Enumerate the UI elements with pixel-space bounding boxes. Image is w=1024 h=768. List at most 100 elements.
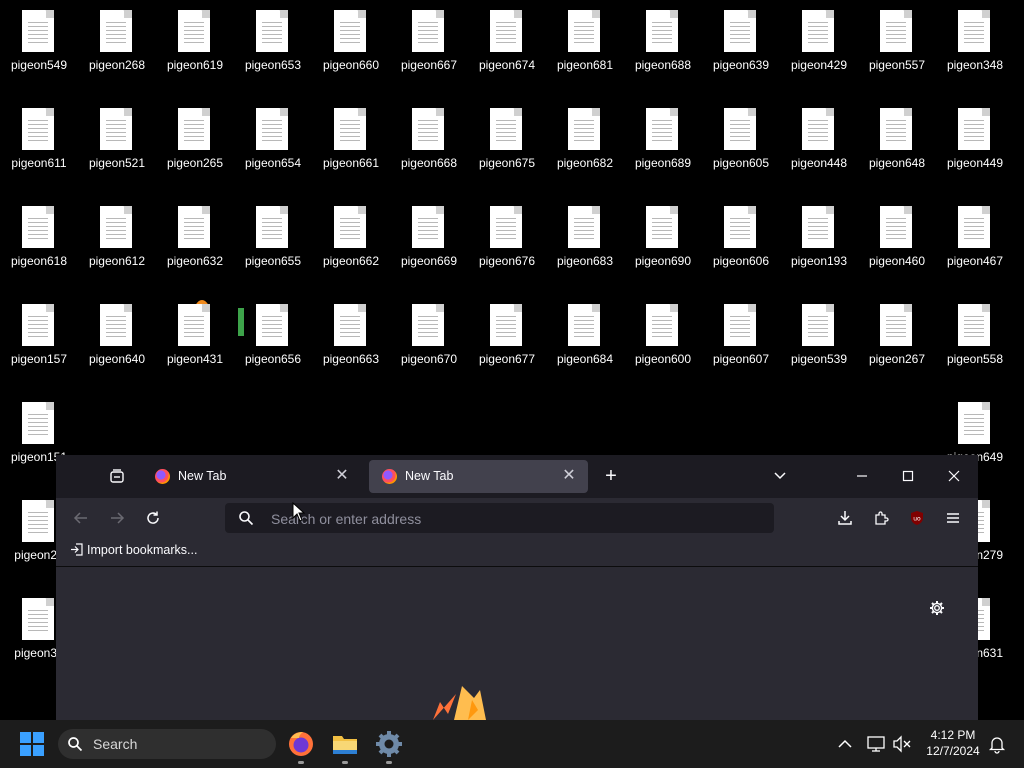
reload-icon — [147, 511, 159, 524]
desktop-file-icon[interactable]: pigeon606 — [702, 196, 780, 286]
desktop-file-icon[interactable]: pigeon654 — [234, 98, 312, 188]
menu-button[interactable] — [939, 504, 967, 532]
document-fold-icon — [46, 304, 54, 312]
document-fold-icon — [904, 10, 912, 18]
desktop-file-icon[interactable]: pigeon607 — [702, 294, 780, 384]
document-fold-icon — [202, 10, 210, 18]
desktop-file-icon[interactable]: pigeon669 — [390, 196, 468, 286]
close-window-button[interactable] — [940, 462, 968, 490]
desktop-file-icon[interactable]: pigeon539 — [780, 294, 858, 384]
desktop-file-icon[interactable]: pigeon557 — [858, 0, 936, 90]
desktop-file-icon[interactable]: pigeon611 — [0, 98, 78, 188]
document-fold-icon — [436, 206, 444, 214]
network-status[interactable] — [866, 734, 886, 754]
desktop-file-icon[interactable]: pigeon674 — [468, 0, 546, 90]
forward-button[interactable] — [103, 504, 131, 532]
desktop-file-icon[interactable]: pigeon653 — [234, 0, 312, 90]
tab-close-button[interactable]: ✕ — [560, 466, 578, 486]
notifications-button[interactable] — [987, 734, 1007, 754]
taskbar-file-explorer[interactable] — [329, 728, 361, 764]
taskbar-firefox[interactable] — [285, 728, 317, 764]
desktop-file-icon[interactable]: pigeon429 — [780, 0, 858, 90]
desktop-file-icon[interactable]: pigeon677 — [468, 294, 546, 384]
desktop-file-icon[interactable]: pigeon268 — [78, 0, 156, 90]
desktop-file-icon[interactable]: pigeon660 — [312, 0, 390, 90]
desktop-file-icon[interactable]: pigeon639 — [702, 0, 780, 90]
import-bookmarks-button[interactable]: Import bookmarks... — [70, 543, 197, 557]
tab-title: New Tab — [178, 469, 227, 483]
firefox-icon — [289, 732, 313, 756]
show-hidden-icons-button[interactable] — [835, 734, 855, 754]
desktop-file-icon[interactable]: pigeon655 — [234, 196, 312, 286]
desktop-file-icon[interactable]: pigeon605 — [702, 98, 780, 188]
volume-status[interactable] — [892, 734, 912, 754]
list-all-tabs-button[interactable] — [766, 462, 794, 490]
desktop-file-icon[interactable]: pigeon448 — [780, 98, 858, 188]
desktop-file-icon[interactable]: pigeon157 — [0, 294, 78, 384]
new-tab-button[interactable]: + — [597, 462, 625, 490]
desktop-file-icon[interactable]: pigeon619 — [156, 0, 234, 90]
desktop-file-icon[interactable]: pigeon668 — [390, 98, 468, 188]
desktop-file-label: pigeon667 — [400, 58, 458, 72]
desktop-file-icon[interactable]: pigeon690 — [624, 196, 702, 286]
ublock-button[interactable]: uo — [903, 504, 931, 532]
desktop-file-icon[interactable]: pigeon632 — [156, 196, 234, 286]
desktop-file-icon[interactable]: pigeon667 — [390, 0, 468, 90]
running-indicator — [386, 761, 392, 764]
desktop-file-icon[interactable]: pigeon460 — [858, 196, 936, 286]
desktop-file-icon[interactable]: pigeon348 — [936, 0, 1014, 90]
desktop-file-icon[interactable]: pigeon688 — [624, 0, 702, 90]
desktop-file-icon[interactable]: pigeon267 — [858, 294, 936, 384]
clock[interactable]: 4:12 PM 12/7/2024 — [918, 727, 988, 761]
start-button[interactable] — [20, 732, 44, 756]
desktop-file-icon[interactable]: pigeon618 — [0, 196, 78, 286]
desktop-file-icon[interactable]: pigeon467 — [936, 196, 1014, 286]
desktop-file-label: pigeon549 — [10, 58, 68, 72]
downloads-button[interactable] — [831, 504, 859, 532]
desktop-file-icon[interactable]: pigeon265 — [156, 98, 234, 188]
minimize-button[interactable] — [848, 462, 876, 490]
extensions-button[interactable] — [867, 504, 895, 532]
new-tab-settings-button[interactable] — [923, 594, 951, 622]
desktop-file-icon[interactable]: pigeon663 — [312, 294, 390, 384]
desktop-file-icon[interactable]: pigeon683 — [546, 196, 624, 286]
back-button[interactable] — [67, 504, 95, 532]
desktop-file-icon[interactable]: pigeon648 — [858, 98, 936, 188]
firefox-favicon-icon — [155, 469, 170, 484]
desktop-file-icon[interactable]: pigeon662 — [312, 196, 390, 286]
desktop-file-label: pigeon348 — [946, 58, 1004, 72]
tab-new-tab-2[interactable]: New Tab ✕ — [369, 460, 588, 493]
desktop-file-icon[interactable]: pigeon193 — [780, 196, 858, 286]
desktop-file-label: pigeon521 — [88, 156, 146, 170]
desktop-file-icon[interactable]: pigeon549 — [0, 0, 78, 90]
desktop-file-icon[interactable]: pigeon640 — [78, 294, 156, 384]
desktop-file-icon[interactable]: pigeon656 — [234, 294, 312, 384]
tab-overview-button[interactable] — [103, 462, 131, 490]
address-bar[interactable] — [225, 503, 774, 533]
desktop-file-icon[interactable]: pigeon431 — [156, 294, 234, 384]
desktop-file-icon[interactable]: pigeon670 — [390, 294, 468, 384]
svg-text:uo: uo — [913, 516, 921, 523]
taskbar-settings[interactable] — [373, 728, 405, 764]
reload-button[interactable] — [139, 504, 167, 532]
desktop-file-icon[interactable]: pigeon676 — [468, 196, 546, 286]
desktop-file-icon[interactable]: pigeon684 — [546, 294, 624, 384]
desktop-file-icon[interactable]: pigeon675 — [468, 98, 546, 188]
desktop-file-icon[interactable]: pigeon681 — [546, 0, 624, 90]
maximize-button[interactable] — [894, 462, 922, 490]
document-fold-icon — [46, 10, 54, 18]
tab-new-tab-1[interactable]: New Tab ✕ — [142, 460, 361, 493]
desktop-file-icon[interactable]: pigeon558 — [936, 294, 1014, 384]
desktop-file-icon[interactable]: pigeon689 — [624, 98, 702, 188]
desktop-file-icon[interactable]: pigeon521 — [78, 98, 156, 188]
document-fold-icon — [982, 108, 990, 116]
desktop-file-icon[interactable]: pigeon449 — [936, 98, 1014, 188]
desktop-file-icon[interactable]: pigeon612 — [78, 196, 156, 286]
tab-close-button[interactable]: ✕ — [333, 466, 351, 486]
desktop-file-label: pigeon267 — [868, 352, 926, 366]
address-input[interactable] — [269, 507, 753, 531]
desktop-file-icon[interactable]: pigeon661 — [312, 98, 390, 188]
desktop-file-icon[interactable]: pigeon600 — [624, 294, 702, 384]
desktop-file-icon[interactable]: pigeon682 — [546, 98, 624, 188]
taskbar-search-box[interactable]: Search — [58, 729, 276, 759]
